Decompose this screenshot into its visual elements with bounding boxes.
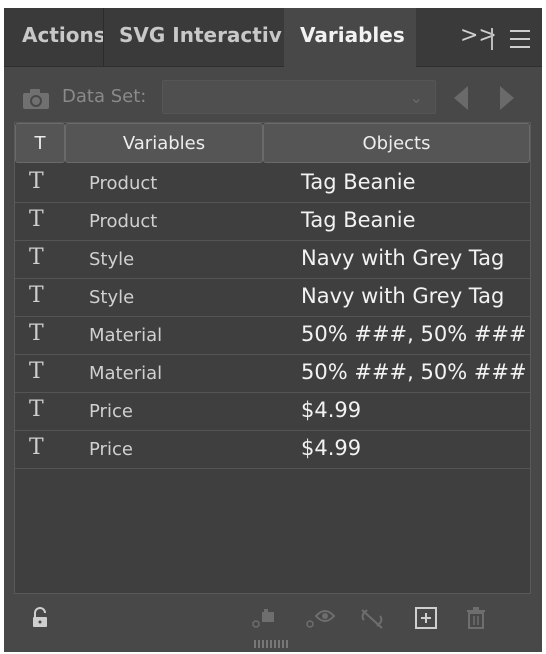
text-variable-icon: T [29, 169, 44, 194]
table-row[interactable]: T Price $4.99 [15, 393, 530, 431]
variable-name: Product [89, 211, 158, 232]
dataset-row: Data Set: ⌄ [4, 78, 542, 118]
object-name: Tag Beanie [301, 170, 416, 194]
variable-name: Price [89, 401, 133, 422]
object-name: Tag Beanie [301, 208, 416, 232]
column-header-variables[interactable]: Variables [65, 123, 263, 163]
table-header: T Variables Objects [15, 123, 530, 165]
text-variable-icon: T [29, 321, 44, 346]
text-variable-icon: T [29, 359, 44, 384]
tab-actions[interactable]: Actions [4, 8, 104, 66]
chevron-down-icon: ⌄ [409, 88, 423, 107]
table-row[interactable]: T Product Tag Beanie [15, 203, 530, 241]
dataset-label: Data Set: [62, 86, 147, 107]
dataset-select[interactable]: ⌄ [162, 80, 436, 114]
object-name: 50% ###, 50% ### [301, 322, 527, 346]
text-variable-icon: T [29, 207, 44, 232]
unbind-icon [361, 609, 383, 629]
delete-variable-icon [467, 607, 485, 629]
text-variable-icon: T [29, 435, 44, 460]
variables-panel: Actions SVG Interactivity Variables >> D… [4, 8, 542, 652]
column-header-type[interactable]: T [15, 123, 65, 163]
tab-svg-interactivity[interactable]: SVG Interactivity [105, 8, 283, 66]
capture-dataset-icon[interactable] [22, 88, 50, 110]
table-row[interactable]: T Style Navy with Grey Tag [15, 279, 530, 317]
panel-footer [4, 600, 542, 636]
object-name: $4.99 [301, 398, 362, 422]
table-row[interactable]: T Price $4.99 [15, 431, 530, 469]
table-row[interactable]: T Material 50% ###, 50% ### [15, 317, 530, 355]
panel-tab-bar: Actions SVG Interactivity Variables >> [4, 8, 542, 67]
make-object-dynamic-icon [252, 609, 274, 628]
next-dataset-icon[interactable] [500, 86, 514, 110]
variables-table: T Variables Objects T Product Tag Beanie… [14, 122, 531, 594]
text-variable-icon: T [29, 245, 44, 270]
new-variable-icon[interactable] [414, 606, 438, 630]
make-visibility-dynamic-icon [306, 610, 336, 628]
text-variable-icon: T [29, 397, 44, 422]
table-row[interactable]: T Material 50% ###, 50% ### [15, 355, 530, 393]
text-variable-icon: T [29, 283, 44, 308]
variable-name: Style [89, 249, 135, 270]
previous-dataset-icon[interactable] [454, 86, 468, 110]
tab-divider [491, 28, 493, 50]
variable-name: Material [89, 325, 163, 346]
object-name: $4.99 [301, 436, 362, 460]
variable-name: Product [89, 173, 158, 194]
variable-name: Price [89, 439, 133, 460]
object-name: Navy with Grey Tag [301, 246, 505, 270]
table-row[interactable]: T Style Navy with Grey Tag [15, 241, 530, 279]
resize-grip[interactable] [254, 640, 290, 648]
object-name: 50% ###, 50% ### [301, 360, 527, 384]
variable-name: Material [89, 363, 163, 384]
table-row[interactable]: T Product Tag Beanie [15, 165, 530, 203]
object-name: Navy with Grey Tag [301, 284, 505, 308]
column-header-objects[interactable]: Objects [263, 123, 530, 163]
tab-variables[interactable]: Variables [284, 8, 416, 67]
unlock-icon[interactable] [28, 606, 52, 630]
variable-name: Style [89, 287, 135, 308]
panel-menu-icon[interactable] [510, 30, 530, 48]
